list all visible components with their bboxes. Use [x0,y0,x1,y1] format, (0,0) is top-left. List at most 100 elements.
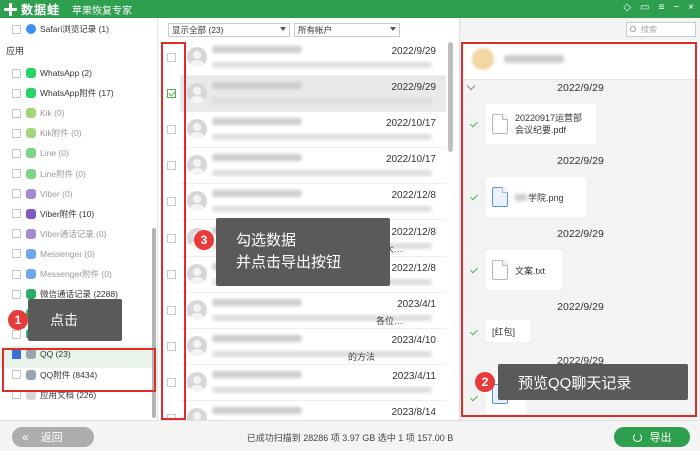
message-snippet: 各位… [376,316,404,326]
app-icon [26,269,36,279]
avatar [187,155,207,176]
app-icon [26,168,36,179]
tooltip-text-line1: 勾选数据 [236,232,297,249]
checkbox[interactable] [12,229,21,239]
app-logo: 数据蛙 [4,1,60,18]
sidebar-item-label: WhatsApp (2) [40,68,92,78]
sidebar-item-label: WhatsApp附件 (17) [40,88,114,99]
chevron-down-icon [280,27,286,31]
search-input[interactable]: 搜索 [626,22,696,37]
contact-name-blurred [212,82,302,90]
section-heading-apps: 应用 [6,46,25,56]
checkbox[interactable] [12,269,21,279]
app-icon [26,188,36,199]
step-number-badge: 2 [475,372,495,392]
message-preview-blurred [212,62,432,68]
window-controls: ◇ ▭ ≡ − × [623,2,694,13]
sidebar-item[interactable]: Kik (0) [12,104,65,122]
app-icon [26,88,36,99]
bottom-bar: « 返回 已成功扫描到 28286 项 3.97 GB 选中 1 项 157.0… [0,420,700,451]
feedback-icon[interactable]: ▭ [640,2,649,13]
close-icon[interactable]: × [688,2,694,13]
app-icon [26,128,36,139]
export-button[interactable]: 导出 [614,427,690,447]
checkbox[interactable] [12,68,21,78]
sidebar-item[interactable]: Messenger (0) [12,245,95,263]
search-icon [630,26,636,32]
message-preview-blurred [212,98,432,105]
tooltip-step-3: 3 勾选数据 并点击导出按钮 [194,218,390,286]
message-date: 2022/10/17 [385,118,436,130]
sidebar-item-label: Viber (0) [40,188,73,199]
checkbox[interactable] [12,108,21,118]
tooltip-text: 预览QQ聊天记录 [518,374,632,392]
message-date: 2022/12/8 [391,226,437,238]
checkbox[interactable] [12,189,21,199]
list-scrollbar[interactable] [448,42,453,152]
sidebar-item[interactable]: Viber附件 (10) [12,205,94,223]
title-bar: 数据蛙 苹果恢复专家 ◇ ▭ ≡ − × [0,0,700,18]
list-item[interactable]: 2023/4/11 [167,365,446,401]
account-filter-select[interactable]: 所有帐户 [294,23,400,37]
message-date: 2022/12/8 [391,262,437,274]
checkbox[interactable] [12,24,21,34]
app-subtitle: 苹果恢复专家 [72,5,133,17]
sidebar-item-safari[interactable]: Safari浏览记录 (1) [12,20,109,38]
message-preview-blurred [212,170,432,177]
search-placeholder: 搜索 [641,25,657,34]
sidebar-item[interactable]: Line (0) [12,144,69,162]
message-date: 2023/8/14 [391,407,437,418]
list-item[interactable]: 2022/10/17 [167,112,446,149]
highlight-checkbox-column [161,42,186,420]
avatar [187,47,207,67]
sidebar-item[interactable]: Messenger附件 (0) [12,265,112,283]
sidebar-item-label: Viber通话记录 (0) [40,228,107,239]
sidebar-item[interactable]: Line附件 (0) [12,165,86,183]
menu-icon[interactable]: ≡ [658,2,664,13]
sidebar-item[interactable]: WhatsApp (2) [12,64,92,82]
diamond-icon[interactable]: ◇ [623,2,631,13]
sidebar-item[interactable]: Viber通话记录 (0) [12,225,106,243]
avatar [187,335,207,356]
checkbox[interactable] [12,289,21,299]
avatar [187,83,207,104]
sidebar-item[interactable]: Viber (0) [12,185,72,203]
avatar [187,371,207,392]
account-filter-value: 所有帐户 [298,25,333,35]
app-icon [26,289,36,300]
message-date: 2023/4/11 [392,370,436,382]
checkbox[interactable] [12,209,21,219]
checkbox[interactable] [12,169,21,178]
checkbox[interactable] [12,88,21,98]
highlight-qq-category [2,348,156,392]
sidebar-item[interactable]: Kik附件 (0) [12,124,82,142]
contact-name-blurred [212,154,302,162]
sidebar-item-label: Safari浏览记录 (1) [40,24,109,34]
message-date: 2022/12/8 [391,190,437,202]
tooltip-text: 点击 [50,312,78,328]
app-icon [26,228,36,239]
minimize-icon[interactable]: − [673,2,679,13]
app-icon [26,108,36,119]
app-icon [26,68,36,78]
avatar [187,263,207,284]
list-item[interactable]: 2022/10/17 [167,148,446,185]
safari-icon [26,24,36,34]
checkbox[interactable] [12,329,21,339]
highlight-preview-pane [461,42,697,417]
checkbox[interactable] [12,249,21,259]
refresh-icon [632,432,642,442]
show-filter-select[interactable]: 显示全部 (23) [168,23,290,37]
message-preview-blurred [212,386,432,393]
contact-name-blurred [212,334,302,342]
list-item[interactable]: 2023/4/10 [167,329,446,365]
list-item[interactable]: 2022/12/8 [167,184,446,221]
checkbox[interactable] [12,128,21,138]
sidebar-item[interactable]: WhatsApp附件 (17) [12,84,114,102]
contact-name-blurred [212,190,302,198]
list-item[interactable]: 2022/9/29 [167,40,446,76]
list-item[interactable]: 2022/9/29 [167,76,446,113]
message-date: 2023/4/1 [397,298,436,310]
checkbox[interactable] [12,148,21,158]
list-item[interactable]: 2023/4/1 [167,293,446,329]
